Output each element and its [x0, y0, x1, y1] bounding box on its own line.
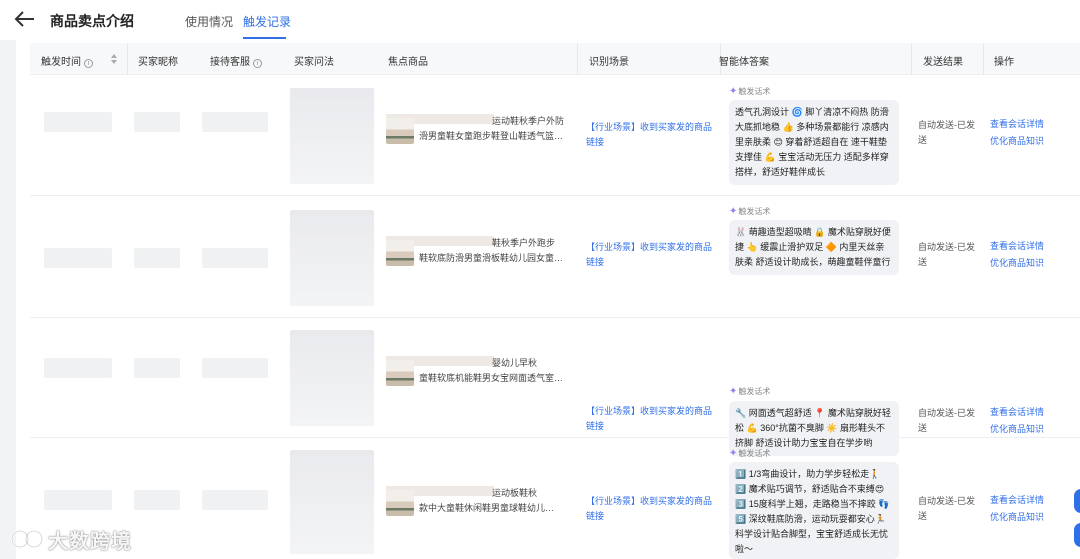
product-cell[interactable]: 运动鞋秋季户外防 滑男童鞋女童跑步鞋登山鞋透气篮…: [382, 114, 572, 154]
product-name-line1: 运动鞋秋季户外防: [492, 116, 565, 126]
redacted-agent: [202, 490, 268, 510]
answer-bubble: 1️⃣ 1/3弯曲设计，助力学步轻松走🚶 2️⃣ 魔术贴巧调节，舒适贴合不束缚😍…: [729, 462, 899, 559]
floating-service-button[interactable]: [1074, 523, 1080, 547]
watermark: 大数跨境: [8, 526, 132, 553]
table-row: 鞋秋季户外跑步 鞋软底防滑男童滑板鞋幼儿园女童… 【行业场景】收到买家发的商品链…: [30, 196, 1080, 318]
product-name-line1: 婴幼儿早秋: [492, 358, 538, 368]
column-divider: [983, 43, 984, 75]
answer-bubble: 透气孔洞设计 🌀 脚丫清凉不闷热 防滑大底抓地稳 👍 多种场景都能行 凉感内里亲…: [729, 100, 899, 185]
redacted-question: [290, 88, 374, 184]
send-result: 自动发送-已发送: [918, 496, 975, 521]
optimize-knowledge-link[interactable]: 优化商品知识: [990, 421, 1044, 438]
redacted-time: [44, 358, 112, 378]
redacted-nickname: [134, 490, 180, 510]
answer-label: ✦触发话术: [729, 206, 771, 217]
col-scene: 识别场景: [589, 57, 629, 68]
product-cell[interactable]: 婴幼儿早秋 童鞋软底机能鞋男女宝网面透气室…: [382, 356, 572, 396]
product-name-line2: 鞋软底防滑男童滑板鞋幼儿园女童…: [419, 253, 564, 263]
left-gutter: [0, 40, 16, 559]
table-header: 触发时间 i 买家昵称 接待客服 i 买家问法 焦点商品 识别场景 智能体答案 发送…: [30, 43, 1080, 75]
col-agent: 接待客服 i: [210, 53, 262, 68]
table-row: 运动板鞋秋 款中大童鞋休闲鞋男童球鞋幼儿… 【行业场景】收到买家发的商品链接 ✦…: [30, 438, 1080, 559]
view-session-link[interactable]: 查看会话详情: [990, 116, 1044, 133]
col-agent-answer: 智能体答案: [719, 57, 769, 68]
sparkle-icon: ✦: [729, 448, 738, 459]
view-session-link[interactable]: 查看会话详情: [990, 492, 1044, 509]
optimize-knowledge-link[interactable]: 优化商品知识: [990, 509, 1044, 526]
answer-label: ✦触发话术: [729, 448, 771, 459]
redacted-nickname: [134, 112, 180, 132]
watermark-text: 大数跨境: [48, 530, 132, 553]
answer-label: ✦触发话术: [729, 386, 771, 397]
product-name-line1: 运动板鞋秋: [492, 488, 538, 498]
col-trigger-time[interactable]: 触发时间 i: [41, 53, 93, 68]
answer-bubble: 🐰 萌趣造型超吸睛 🔒 魔术贴穿脱好便捷 👆 缓震止滑护双足 🔶 内里天丝亲肤柔…: [729, 220, 899, 275]
tab-usage[interactable]: 使用情况: [185, 13, 233, 30]
back-arrow-icon[interactable]: [14, 9, 36, 29]
column-divider: [577, 43, 578, 75]
scene-link[interactable]: 【行业场景】收到买家发的商品链接: [586, 240, 714, 270]
page-title: 商品卖点介绍: [50, 13, 134, 29]
answer-label: ✦触发话术: [729, 86, 771, 97]
tab-trigger-records[interactable]: 触发记录: [243, 13, 291, 30]
product-name-line1: 鞋秋季户外跑步: [492, 238, 556, 248]
send-result: 自动发送-已发送: [918, 242, 975, 267]
actions-cell: 查看会话详情 优化商品知识: [990, 116, 1044, 150]
scene-link[interactable]: 【行业场景】收到买家发的商品链接: [586, 404, 714, 434]
redacted-time: [44, 490, 112, 510]
floating-help-button[interactable]: [1074, 489, 1080, 513]
column-divider: [127, 43, 128, 75]
scene-link[interactable]: 【行业场景】收到买家发的商品链接: [586, 494, 714, 524]
actions-cell: 查看会话详情 优化商品知识: [990, 238, 1044, 272]
optimize-knowledge-link[interactable]: 优化商品知识: [990, 133, 1044, 150]
info-icon: i: [84, 59, 93, 68]
redacted-question: [290, 330, 374, 426]
sparkle-icon: ✦: [729, 386, 738, 397]
optimize-knowledge-link[interactable]: 优化商品知识: [990, 255, 1044, 272]
product-name-line2: 童鞋软底机能鞋男女宝网面透气室…: [419, 373, 564, 383]
product-name-line2: 滑男童鞋女童跑步鞋登山鞋透气篮…: [419, 131, 564, 141]
column-divider: [911, 43, 912, 75]
redacted-agent: [202, 112, 268, 132]
view-session-link[interactable]: 查看会话详情: [990, 404, 1044, 421]
redacted-question: [290, 450, 374, 554]
trigger-records-table: 触发时间 i 买家昵称 接待客服 i 买家问法 焦点商品 识别场景 智能体答案 发送…: [30, 43, 1080, 559]
page-header: 商品卖点介绍 使用情况 触发记录: [0, 0, 1080, 40]
product-cell[interactable]: 运动板鞋秋 款中大童鞋休闲鞋男童球鞋幼儿…: [382, 486, 572, 526]
table-row: 运动鞋秋季户外防 滑男童鞋女童跑步鞋登山鞋透气篮… 【行业场景】收到买家发的商品…: [30, 76, 1080, 196]
redacted-agent: [202, 358, 268, 378]
product-cell[interactable]: 鞋秋季户外跑步 鞋软底防滑男童滑板鞋幼儿园女童…: [382, 236, 572, 276]
col-buyer-nickname: 买家昵称: [138, 57, 178, 68]
product-thumbnail: [386, 490, 414, 516]
sparkle-icon: ✦: [729, 86, 738, 97]
table-row: 婴幼儿早秋 童鞋软底机能鞋男女宝网面透气室… 【行业场景】收到买家发的商品链接 …: [30, 318, 1080, 456]
send-result: 自动发送-已发送: [918, 408, 975, 433]
send-result: 自动发送-已发送: [918, 120, 975, 145]
actions-cell: 查看会话详情 优化商品知识: [990, 492, 1044, 526]
info-icon: i: [253, 59, 262, 68]
col-send-result: 发送结果: [923, 57, 963, 68]
sparkle-icon: ✦: [729, 206, 738, 217]
redacted-question: [290, 210, 374, 306]
redacted-nickname: [134, 358, 180, 378]
scene-link[interactable]: 【行业场景】收到买家发的商品链接: [586, 120, 714, 150]
redacted-agent: [202, 248, 268, 268]
redacted-nickname: [134, 248, 180, 268]
sort-icon[interactable]: [111, 54, 117, 64]
col-focus-product: 焦点商品: [388, 57, 428, 68]
product-thumbnail: [386, 118, 414, 144]
col-actions: 操作: [994, 57, 1014, 68]
col-buyer-question: 买家问法: [294, 57, 334, 68]
brand-logo-icon: [8, 528, 48, 550]
view-session-link[interactable]: 查看会话详情: [990, 238, 1044, 255]
product-name-line2: 款中大童鞋休闲鞋男童球鞋幼儿…: [419, 503, 555, 513]
redacted-time: [44, 248, 112, 268]
actions-cell: 查看会话详情 优化商品知识: [990, 404, 1044, 438]
redacted-time: [44, 112, 112, 132]
product-thumbnail: [386, 360, 414, 386]
active-tab-indicator: [243, 37, 286, 39]
product-thumbnail: [386, 240, 414, 266]
